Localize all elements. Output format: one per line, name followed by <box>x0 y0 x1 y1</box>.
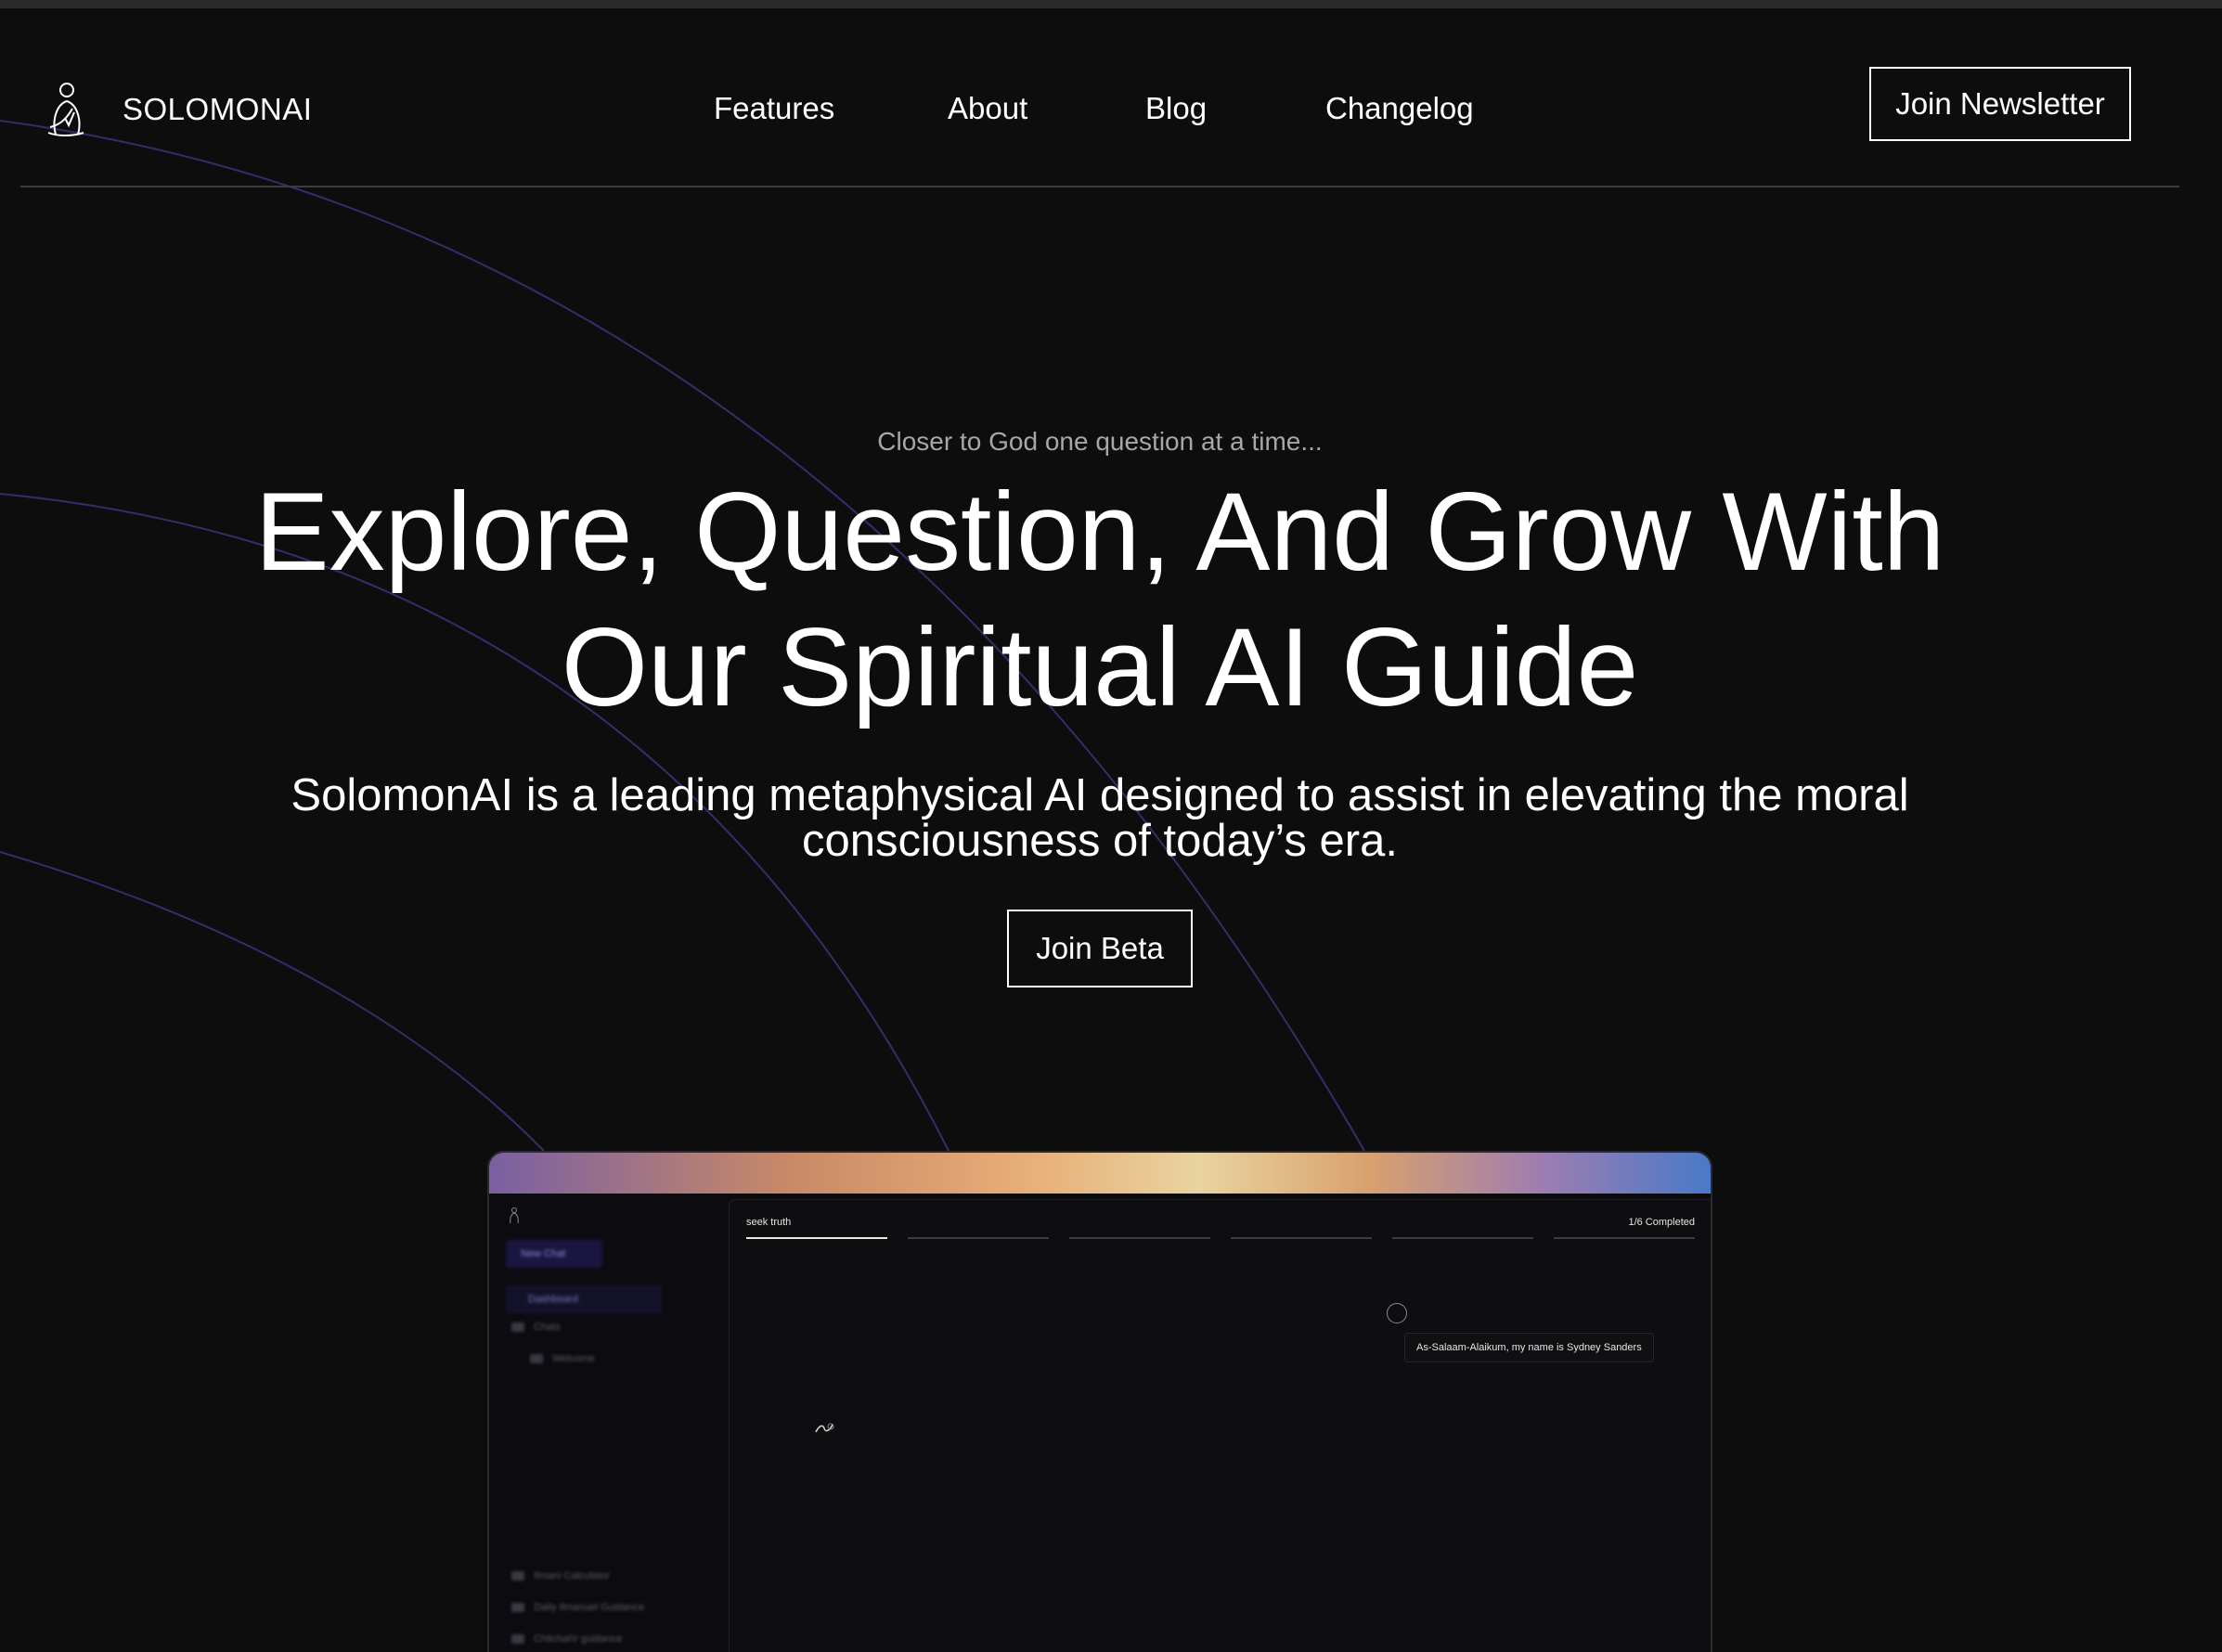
preview-gradient-banner <box>489 1153 1711 1194</box>
browser-top-strip <box>0 0 2222 8</box>
hero-eyebrow: Closer to God one question at a time... <box>877 427 1323 456</box>
sidebar-item-calculator[interactable]: Ilmani Calculator <box>511 1570 610 1581</box>
hero-title-line-1: Explore, Question, And Grow With <box>254 470 1945 594</box>
app-preview-screenshot: New Chat Dashboard Chats Welcome Ilmani … <box>487 1151 1712 1652</box>
top-navigation: SOLOMONAI Features About Blog Changelog … <box>0 8 2222 187</box>
hero-subtitle-line-2: consciousness of today’s era. <box>802 816 1398 866</box>
sidebar-item-label: Ilmani Calculator <box>534 1570 610 1581</box>
progress-segment <box>1392 1237 1533 1239</box>
nav-divider <box>20 186 2179 187</box>
sidebar-item-daily-guidance[interactable]: Daily Ilmanuel Guidance <box>511 1602 644 1613</box>
document-icon <box>530 1354 543 1364</box>
progress-completed-label: 1/6 Completed <box>1628 1217 1695 1228</box>
step-label: seek truth <box>746 1217 792 1228</box>
hero-title-line-2: Our Spiritual AI Guide <box>561 605 1639 729</box>
sidebar-item-label: ChitchatV guidance <box>534 1633 623 1645</box>
guidance-icon <box>511 1634 524 1645</box>
progress-segment <box>746 1237 887 1239</box>
page: SOLOMONAI Features About Blog Changelog … <box>0 0 2222 1652</box>
preview-sidebar: New Chat Dashboard Chats Welcome Ilmani … <box>489 1194 729 1652</box>
chat-message-bubble: As-Salaam-Alaikum, my name is Sydney San… <box>1404 1333 1654 1362</box>
assistant-infinity-icon <box>815 1423 834 1433</box>
sidebar-item-guidance[interactable]: ChitchatV guidance <box>511 1633 622 1645</box>
nav-link-about[interactable]: About <box>948 91 1027 126</box>
hero-subtitle: SolomonAI is a leading metaphysical AI d… <box>0 773 2200 864</box>
join-newsletter-button[interactable]: Join Newsletter <box>1869 67 2131 141</box>
sidebar-item-label: Chats <box>534 1322 561 1333</box>
sidebar-item-label: Daily Ilmanuel Guidance <box>534 1602 645 1613</box>
sidebar-logo-icon <box>510 1207 519 1224</box>
chat-icon <box>511 1323 524 1333</box>
nav-link-blog[interactable]: Blog <box>1145 91 1207 126</box>
progress-segment <box>1069 1237 1210 1239</box>
progress-segment <box>908 1237 1049 1239</box>
sidebar-item-label: Welcome <box>552 1353 595 1364</box>
nav-link-changelog[interactable]: Changelog <box>1325 91 1474 126</box>
progress-segment <box>1554 1237 1695 1239</box>
user-avatar-icon <box>1387 1303 1407 1323</box>
sidebar-item-dashboard[interactable]: Dashboard <box>506 1285 662 1313</box>
sidebar-item-welcome[interactable]: Welcome <box>530 1353 595 1364</box>
preview-chat-panel: seek truth 1/6 Completed As-Salaam-Alaik… <box>729 1199 1711 1652</box>
calculator-icon <box>511 1571 524 1581</box>
guidance-icon <box>511 1603 524 1613</box>
nav-link-features[interactable]: Features <box>714 91 834 126</box>
new-chat-button[interactable]: New Chat <box>506 1240 602 1268</box>
hero-title: Explore, Question, And Grow With Our Spi… <box>0 464 2200 735</box>
sidebar-item-chats[interactable]: Chats <box>511 1322 561 1333</box>
hero-subtitle-line-1: SolomonAI is a leading metaphysical AI d… <box>291 770 1909 820</box>
join-beta-button[interactable]: Join Beta <box>1007 910 1193 987</box>
progress-segment <box>1231 1237 1372 1239</box>
